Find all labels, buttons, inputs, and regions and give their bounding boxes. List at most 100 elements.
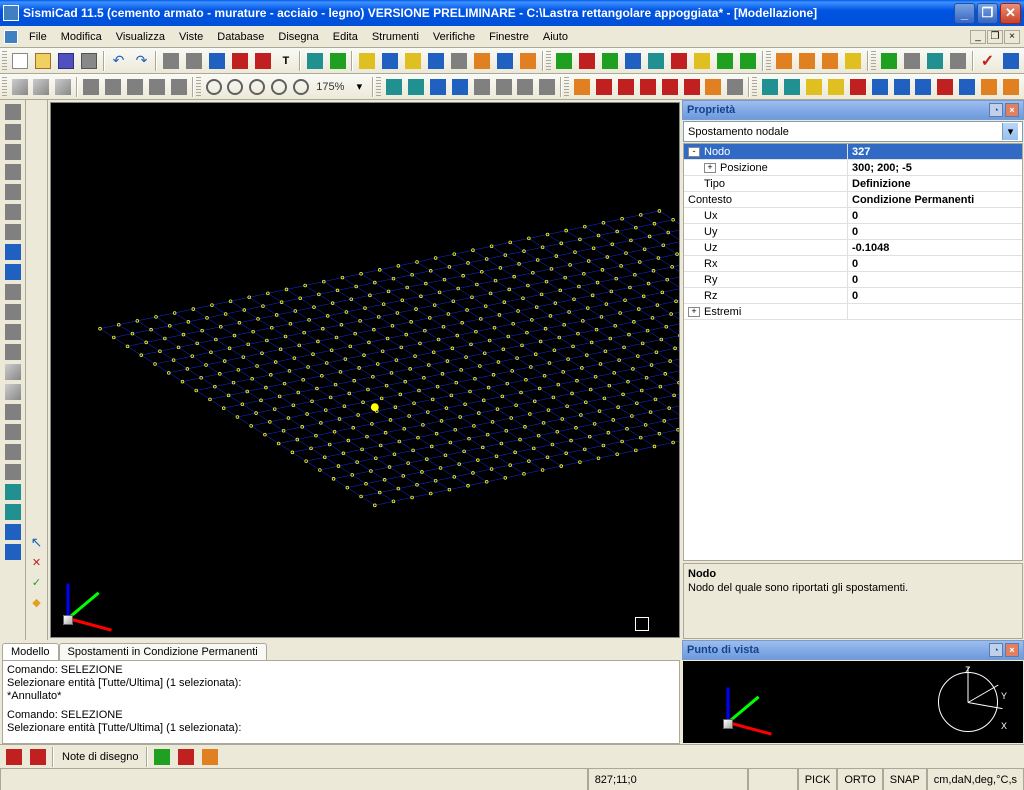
note-label[interactable]: Note di disegno bbox=[56, 751, 144, 763]
properties-grid[interactable]: -Nodo327+Posizione300; 200; -5TipoDefini… bbox=[683, 143, 1023, 561]
mdi-close-button[interactable]: × bbox=[1004, 30, 1020, 44]
zoom-window-button[interactable] bbox=[269, 76, 289, 98]
viewport-3d[interactable] bbox=[50, 102, 680, 638]
tool-button[interactable] bbox=[715, 50, 736, 72]
menu-disegna[interactable]: Disegna bbox=[271, 29, 325, 45]
expand-toggle[interactable]: - bbox=[688, 147, 700, 157]
tab-spostamenti[interactable]: Spostamenti in Condizione Permanenti bbox=[59, 643, 267, 660]
tool-button[interactable] bbox=[669, 50, 690, 72]
property-row[interactable]: +Posizione300; 200; -5 bbox=[684, 160, 1022, 176]
property-row[interactable]: Rz0 bbox=[684, 288, 1022, 304]
tool-button[interactable] bbox=[403, 50, 424, 72]
redo-button[interactable]: ↷ bbox=[131, 50, 152, 72]
view-button[interactable] bbox=[103, 76, 123, 98]
menu-file[interactable]: File bbox=[22, 29, 54, 45]
tool-button[interactable] bbox=[327, 50, 348, 72]
tool-button[interactable] bbox=[2, 162, 24, 182]
property-value[interactable]: 0 bbox=[848, 288, 1022, 303]
tool-button[interactable] bbox=[2, 342, 24, 362]
view-button[interactable] bbox=[125, 76, 145, 98]
grip-icon[interactable] bbox=[871, 51, 876, 71]
undo-button[interactable]: ↶ bbox=[108, 50, 129, 72]
tool-button[interactable]: ✓ bbox=[26, 572, 48, 592]
tool-button[interactable] bbox=[738, 50, 759, 72]
tool-button[interactable] bbox=[935, 76, 955, 98]
pov-viewport[interactable]: Z Y X bbox=[683, 661, 1023, 743]
tool-button[interactable] bbox=[2, 422, 24, 442]
mdi-minimize-button[interactable]: _ bbox=[970, 30, 986, 44]
property-row[interactable]: Rx0 bbox=[684, 256, 1022, 272]
tool-button[interactable] bbox=[572, 76, 592, 98]
tool-button[interactable] bbox=[406, 76, 426, 98]
tool-button[interactable] bbox=[660, 76, 680, 98]
property-row[interactable]: Ux0 bbox=[684, 208, 1022, 224]
grip-icon[interactable] bbox=[376, 77, 381, 97]
pick-toggle[interactable]: PICK bbox=[798, 769, 838, 790]
tool-button[interactable] bbox=[902, 50, 923, 72]
tool-button[interactable] bbox=[2, 302, 24, 322]
minimize-button[interactable]: _ bbox=[954, 3, 975, 24]
tool-button[interactable] bbox=[2, 522, 24, 542]
check-button[interactable]: ✓ bbox=[977, 50, 998, 72]
property-value[interactable]: 0 bbox=[848, 224, 1022, 239]
grip-icon[interactable] bbox=[546, 51, 551, 71]
property-row[interactable]: TipoDefinizione bbox=[684, 176, 1022, 192]
property-row[interactable]: -Nodo327 bbox=[684, 144, 1022, 160]
property-value[interactable]: 327 bbox=[848, 144, 1022, 159]
tool-button[interactable] bbox=[151, 746, 173, 768]
tool-button[interactable] bbox=[682, 76, 702, 98]
menu-verifiche[interactable]: Verifiche bbox=[426, 29, 482, 45]
tool-button[interactable] bbox=[27, 746, 49, 768]
tool-button[interactable] bbox=[175, 746, 197, 768]
tool-button[interactable] bbox=[623, 50, 644, 72]
view-button[interactable] bbox=[169, 76, 189, 98]
property-row[interactable]: ContestoCondizione Permanenti bbox=[684, 192, 1022, 208]
property-row[interactable]: Ry0 bbox=[684, 272, 1022, 288]
tool-button[interactable] bbox=[384, 76, 404, 98]
snap-toggle[interactable]: SNAP bbox=[883, 769, 927, 790]
tool-button[interactable] bbox=[2, 502, 24, 522]
tool-button[interactable] bbox=[600, 50, 621, 72]
tool-button[interactable] bbox=[2, 262, 24, 282]
tool-button[interactable] bbox=[515, 76, 535, 98]
tool-button[interactable] bbox=[843, 50, 864, 72]
print-button[interactable] bbox=[79, 50, 100, 72]
properties-type-dropdown[interactable]: Spostamento nodale ▾ bbox=[683, 121, 1023, 142]
tool-button[interactable] bbox=[356, 50, 377, 72]
command-output[interactable]: Comando: SELEZIONE Selezionare entità [T… bbox=[2, 660, 680, 744]
menu-viste[interactable]: Viste bbox=[172, 29, 210, 45]
view-button[interactable] bbox=[31, 76, 51, 98]
tool-button[interactable] bbox=[638, 76, 658, 98]
property-value[interactable]: 300; 200; -5 bbox=[848, 160, 1022, 175]
open-button[interactable] bbox=[33, 50, 54, 72]
tool-button[interactable] bbox=[472, 76, 492, 98]
tool-button[interactable] bbox=[206, 50, 227, 72]
view-button[interactable] bbox=[53, 76, 73, 98]
tab-modello[interactable]: Modello bbox=[2, 643, 59, 660]
property-value[interactable]: 0 bbox=[848, 256, 1022, 271]
tool-button[interactable] bbox=[2, 242, 24, 262]
property-value[interactable]: 0 bbox=[848, 208, 1022, 223]
tool-button[interactable] bbox=[892, 76, 912, 98]
tool-button[interactable]: ◆ bbox=[26, 592, 48, 612]
tool-button[interactable] bbox=[879, 50, 900, 72]
menu-aiuto[interactable]: Aiuto bbox=[536, 29, 575, 45]
tool-button[interactable] bbox=[426, 50, 447, 72]
tool-button[interactable] bbox=[594, 76, 614, 98]
view-button[interactable] bbox=[10, 76, 30, 98]
panel-close-button[interactable]: × bbox=[1005, 643, 1019, 657]
tool-button[interactable] bbox=[848, 76, 868, 98]
tool-button[interactable] bbox=[820, 50, 841, 72]
tool-button[interactable] bbox=[646, 50, 667, 72]
tool-button[interactable] bbox=[2, 122, 24, 142]
view-button[interactable] bbox=[147, 76, 167, 98]
grip-icon[interactable] bbox=[752, 77, 757, 97]
menu-edita[interactable]: Edita bbox=[326, 29, 365, 45]
tool-button[interactable] bbox=[782, 76, 802, 98]
tool-button[interactable] bbox=[979, 76, 999, 98]
property-row[interactable]: +Estremi bbox=[684, 304, 1022, 320]
tool-button[interactable] bbox=[304, 50, 325, 72]
tool-button[interactable] bbox=[2, 202, 24, 222]
tool-button[interactable] bbox=[2, 442, 24, 462]
properties-header[interactable]: Proprietà ◔ × bbox=[682, 100, 1024, 120]
